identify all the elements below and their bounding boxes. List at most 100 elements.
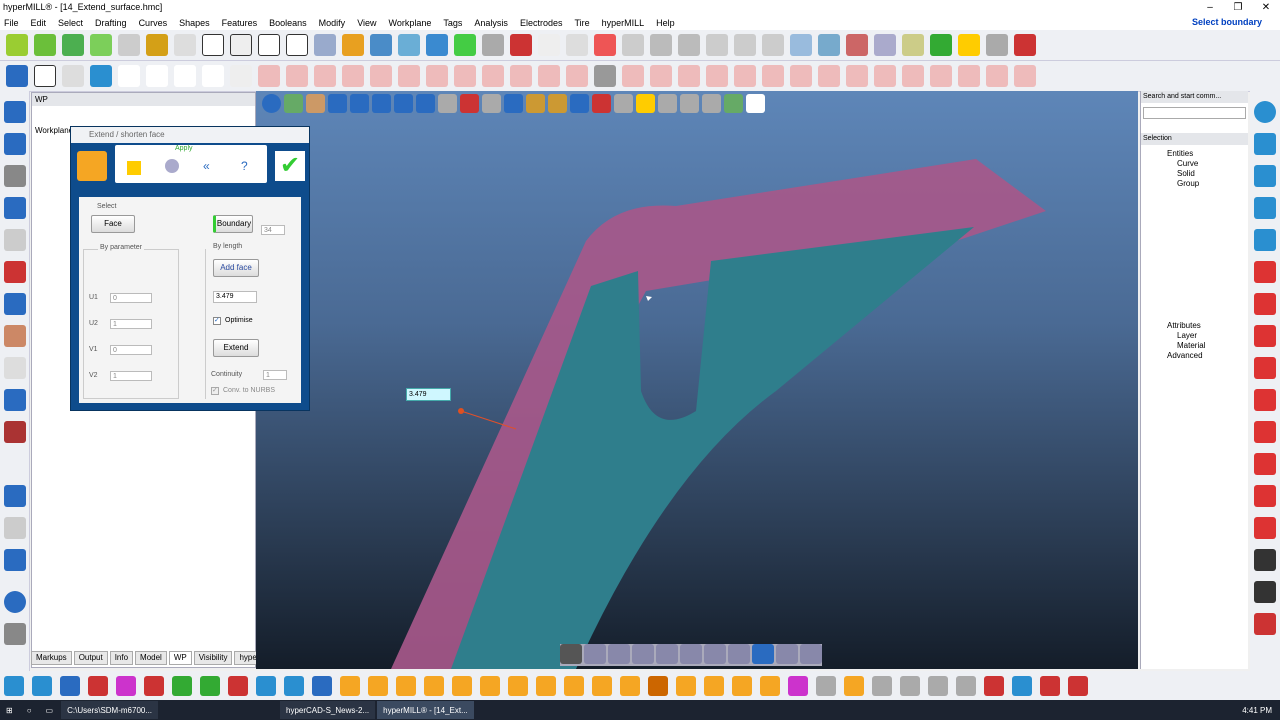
zoom-box-icon[interactable] xyxy=(306,94,325,113)
tree-attributes[interactable]: Attributes xyxy=(1149,321,1205,331)
film-icon[interactable] xyxy=(984,675,1004,696)
tool-icon[interactable] xyxy=(118,34,140,56)
shade-mode-icon[interactable] xyxy=(560,644,582,664)
menu-modify[interactable]: Modify xyxy=(319,18,346,28)
cylinder-tool-icon[interactable] xyxy=(1254,229,1276,251)
help-dialog-icon[interactable]: ? xyxy=(241,159,248,173)
red-box-icon[interactable] xyxy=(1254,261,1276,283)
bend-icon[interactable] xyxy=(846,65,868,87)
spin-icon[interactable] xyxy=(816,675,836,696)
line-icon[interactable] xyxy=(650,34,672,56)
cube-solid-icon[interactable] xyxy=(258,34,280,56)
loft-icon[interactable] xyxy=(650,65,672,87)
bolt-icon[interactable] xyxy=(958,34,980,56)
gauge-icon[interactable] xyxy=(986,34,1008,56)
menu-curves[interactable]: Curves xyxy=(139,18,168,28)
tree-curve[interactable]: Curve xyxy=(1149,159,1248,169)
text-align-icon[interactable] xyxy=(34,65,56,87)
coords-icon[interactable] xyxy=(398,34,420,56)
spider-icon[interactable] xyxy=(452,675,472,696)
hammer-icon[interactable] xyxy=(174,34,196,56)
red-plate-icon[interactable] xyxy=(1254,485,1276,507)
filter-icon[interactable] xyxy=(504,94,523,113)
ball-icon[interactable] xyxy=(930,34,952,56)
slash-icon[interactable] xyxy=(370,65,392,87)
box-green-icon[interactable] xyxy=(724,94,743,113)
box-icon[interactable] xyxy=(526,94,545,113)
menu-drafting[interactable]: Drafting xyxy=(95,18,127,28)
offset-icon[interactable] xyxy=(510,65,532,87)
workplane-icon[interactable] xyxy=(342,34,364,56)
tree-layer[interactable]: Layer xyxy=(1149,331,1205,341)
rect-tool-icon[interactable] xyxy=(312,675,332,696)
bars-tool-icon[interactable] xyxy=(200,675,220,696)
fill-icon[interactable] xyxy=(734,65,756,87)
blend-icon[interactable] xyxy=(762,65,784,87)
pyramid-icon[interactable] xyxy=(704,675,724,696)
arc-icon[interactable] xyxy=(790,34,812,56)
graphics-viewport[interactable]: 3.479 xyxy=(256,91,1138,669)
chip-icon[interactable] xyxy=(732,675,752,696)
sweep-icon[interactable] xyxy=(678,65,700,87)
red-shape-icon[interactable] xyxy=(1254,357,1276,379)
pencil-icon[interactable] xyxy=(608,644,630,664)
pillars-icon[interactable] xyxy=(734,34,756,56)
tab-output[interactable]: Output xyxy=(73,651,108,665)
color-icon[interactable] xyxy=(592,94,611,113)
tab-wp[interactable]: WP xyxy=(168,651,192,665)
tab-model[interactable]: Model xyxy=(135,651,167,665)
cone-icon[interactable] xyxy=(874,65,896,87)
measure-icon[interactable] xyxy=(482,34,504,56)
h-icon[interactable] xyxy=(454,34,476,56)
v1-field[interactable]: 0 xyxy=(110,345,152,355)
workplane-tab[interactable]: Workplane xyxy=(35,126,73,135)
menu-booleans[interactable]: Booleans xyxy=(269,18,307,28)
chain-icon[interactable] xyxy=(88,675,108,696)
link-icon[interactable] xyxy=(116,675,136,696)
menu-workplane[interactable]: Workplane xyxy=(389,18,432,28)
curve-icon[interactable] xyxy=(818,34,840,56)
warning-icon[interactable] xyxy=(636,94,655,113)
drill-icon[interactable] xyxy=(4,325,26,347)
align-icon[interactable] xyxy=(426,34,448,56)
solid-icon[interactable] xyxy=(90,34,112,56)
delete-icon[interactable] xyxy=(1014,65,1036,87)
length-value-label[interactable]: 3.479 xyxy=(406,388,451,401)
tab-visibility[interactable]: Visibility xyxy=(193,651,233,665)
probe-view-icon[interactable] xyxy=(680,644,702,664)
zoom-icon[interactable] xyxy=(874,34,896,56)
red-slot-icon[interactable] xyxy=(1254,389,1276,411)
start-icon[interactable]: ⊞ xyxy=(0,701,19,719)
gear-icon[interactable] xyxy=(594,65,616,87)
snap-icon[interactable] xyxy=(4,357,26,379)
u1-field[interactable]: 0 xyxy=(110,293,152,303)
menu-tire[interactable]: Tire xyxy=(574,18,589,28)
pin-tool-icon[interactable] xyxy=(424,675,444,696)
section-icon[interactable] xyxy=(702,94,721,113)
dimension-icon[interactable] xyxy=(566,34,588,56)
minimize-button[interactable]: – xyxy=(1196,0,1224,15)
part-icon[interactable] xyxy=(676,675,696,696)
shade-icon[interactable] xyxy=(350,94,369,113)
u2-field[interactable]: 1 xyxy=(110,319,152,329)
rotate-icon[interactable] xyxy=(262,94,281,113)
lock-icon[interactable] xyxy=(144,675,164,696)
revolve-icon[interactable] xyxy=(706,65,728,87)
move-icon[interactable] xyxy=(4,675,24,696)
back-icon[interactable]: « xyxy=(203,159,210,173)
close-view-icon[interactable] xyxy=(746,94,765,113)
trim-icon[interactable] xyxy=(538,65,560,87)
check-icon[interactable] xyxy=(986,65,1008,87)
extrude-icon[interactable] xyxy=(818,65,840,87)
task-view-icon[interactable]: ▭ xyxy=(40,701,60,719)
menu-select[interactable]: Select xyxy=(58,18,83,28)
box-tool-icon[interactable] xyxy=(256,675,276,696)
pick-icon[interactable] xyxy=(548,94,567,113)
red-solid-icon[interactable] xyxy=(1254,325,1276,347)
red-cube-icon[interactable] xyxy=(1254,293,1276,315)
plane-icon[interactable] xyxy=(536,675,556,696)
axis-tool-icon[interactable] xyxy=(4,549,26,571)
stack-icon[interactable] xyxy=(34,34,56,56)
menu-view[interactable]: View xyxy=(357,18,376,28)
layer-icon[interactable] xyxy=(4,389,26,411)
